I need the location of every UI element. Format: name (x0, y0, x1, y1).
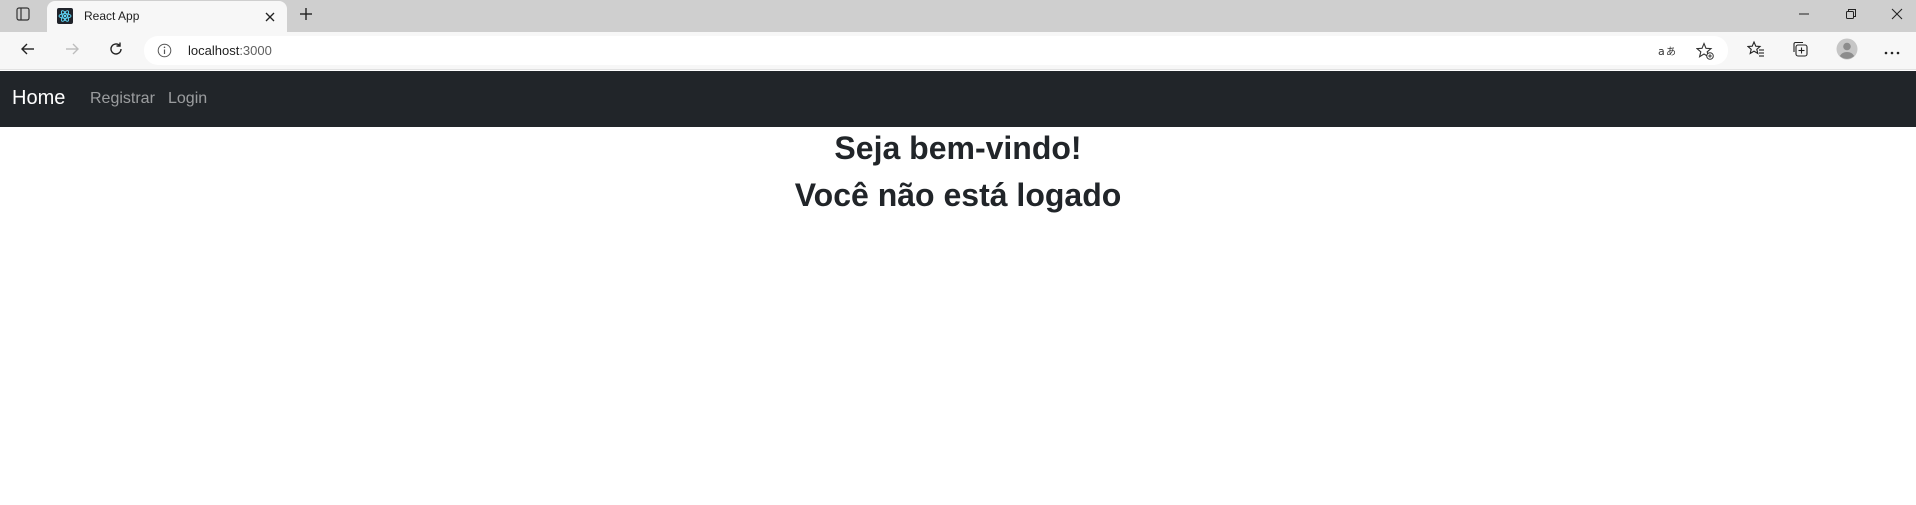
address-port: :3000 (239, 43, 272, 58)
plus-icon (299, 7, 313, 26)
welcome-heading: Seja bem-vindo! (834, 130, 1082, 166)
more-button[interactable] (1878, 37, 1906, 65)
minimize-icon (1798, 7, 1810, 25)
tab-title: React App (84, 9, 140, 23)
tab-actions-icon (16, 6, 30, 26)
browser-toolbar: localhost:3000 aあ (0, 32, 1916, 70)
collections-icon (1791, 40, 1809, 63)
refresh-icon (108, 41, 124, 62)
browser-tab-strip: React App (0, 0, 1916, 32)
profile-icon (1836, 38, 1858, 65)
restore-button[interactable] (1836, 6, 1866, 26)
close-icon[interactable] (261, 8, 279, 26)
collections-button[interactable] (1786, 37, 1814, 65)
more-icon (1884, 42, 1900, 60)
window-close-icon (1891, 7, 1903, 25)
address-url[interactable]: localhost:3000 (188, 43, 272, 58)
svg-text:a: a (1658, 45, 1665, 58)
browser-tab-active[interactable]: React App (47, 1, 287, 32)
tab-actions-button[interactable] (8, 5, 38, 27)
login-status-heading: Você não está logado (794, 177, 1122, 213)
address-bar[interactable]: localhost:3000 aあ (144, 36, 1728, 65)
navbar: Home Registrar Login (0, 71, 1916, 127)
favorites-icon (1746, 40, 1765, 63)
refresh-button[interactable] (102, 37, 130, 65)
back-button[interactable] (14, 37, 42, 65)
restore-icon (1845, 7, 1857, 25)
window-close-button[interactable] (1882, 6, 1912, 26)
minimize-button[interactable] (1789, 6, 1819, 26)
nav-link-login[interactable]: Login (168, 90, 207, 108)
forward-button[interactable] (58, 37, 86, 65)
react-icon (57, 8, 73, 24)
star-add-icon[interactable] (1694, 41, 1716, 61)
favorites-button[interactable] (1742, 37, 1770, 65)
nav-link-registrar[interactable]: Registrar (90, 90, 155, 108)
info-icon[interactable] (156, 42, 173, 59)
address-host: localhost (188, 43, 240, 58)
svg-text:あ: あ (1666, 46, 1676, 58)
new-tab-button[interactable] (294, 5, 318, 27)
navbar-brand-home[interactable]: Home (12, 87, 65, 110)
translate-icon[interactable]: aあ (1656, 41, 1678, 61)
profile-button[interactable] (1833, 37, 1861, 65)
arrow-right-icon (64, 41, 80, 62)
arrow-left-icon (20, 41, 36, 62)
